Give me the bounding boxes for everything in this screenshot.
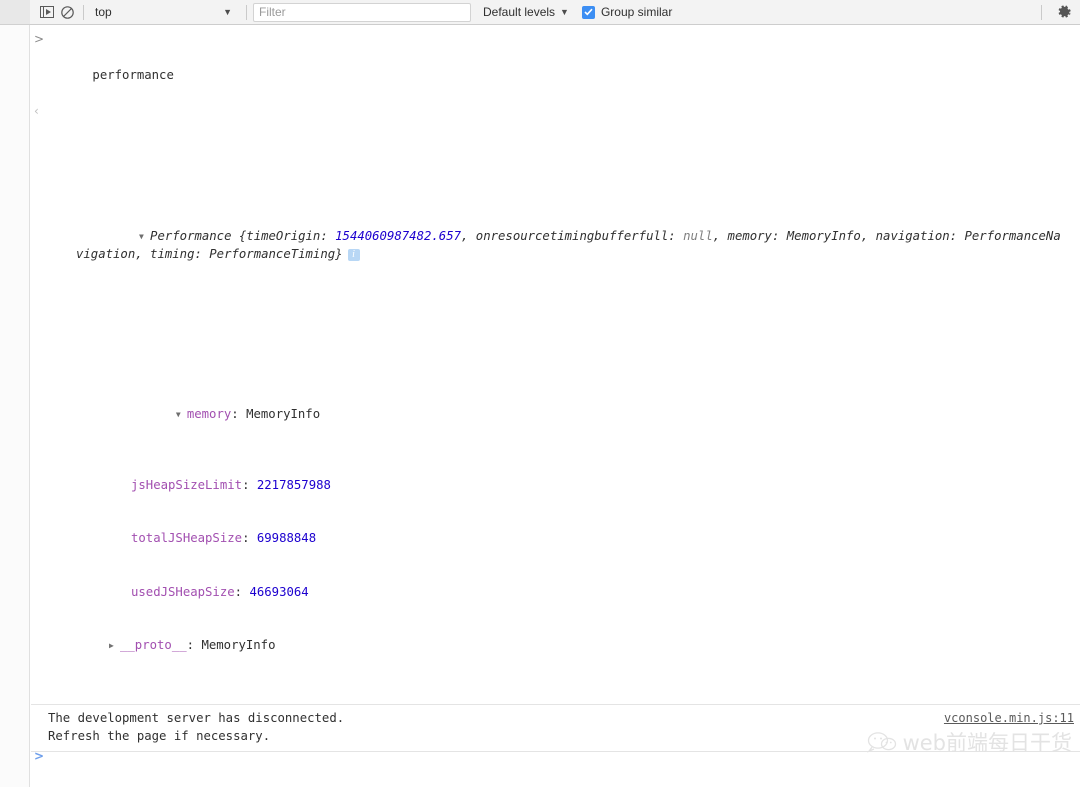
preview-key-onresourcetimingbufferfull: , onresourcetimingbufferfull: (461, 228, 676, 243)
tab-strip-stub (0, 0, 30, 25)
chevron-down-icon: ▼ (223, 7, 232, 17)
log-levels-label: Default levels (483, 5, 556, 19)
prop-key-usedjsheapsize: usedJSHeapSize (131, 584, 235, 599)
group-header-memory[interactable]: ▼ memory: MemoryInfo (87, 388, 1080, 441)
execution-context-label: top (95, 5, 112, 19)
preview-key-navigation: , navigation: (860, 228, 958, 243)
preview-key-timing: timing: (150, 246, 202, 261)
prompt-arrow-icon: > (34, 749, 45, 763)
proto-row-memory[interactable]: ▶ __proto__: MemoryInfo (87, 637, 1080, 655)
console-input-expression: performance (92, 67, 174, 82)
preview-val-navigation: PerformanceNa (964, 228, 1061, 243)
prop-key-totaljsheapsize: totalJSHeapSize (131, 531, 243, 546)
preview-val-onresourcetimingbufferfull: null (683, 228, 713, 243)
preview-key-timeorigin: timeOrigin: (246, 228, 328, 243)
proto-key: __proto__ (120, 638, 187, 653)
chevron-down-icon: ▼ (560, 7, 569, 17)
clear-console-icon[interactable] (57, 2, 77, 22)
colon-separator: : (186, 638, 202, 653)
object-group-navigation[interactable]: ▼navigation: PerformanceNavigation redir… (65, 762, 1080, 787)
toolbar-divider-2 (246, 4, 247, 20)
prop-row[interactable]: usedJSHeapSize: 46693064 (87, 584, 1080, 602)
object-group-memory[interactable]: ▼ memory: MemoryInfo jsHeapSizeLimit: 221… (65, 352, 1080, 690)
message-line-1: The development server has disconnected. (48, 711, 345, 725)
preview-brace-close: } (335, 246, 343, 261)
filter-input[interactable] (253, 2, 471, 22)
input-arrow-icon: > (34, 32, 45, 46)
prop-value-memory: MemoryInfo (246, 406, 321, 421)
preview-val-timeorigin: 1544060987482.657 (335, 228, 461, 243)
disclosure-triangle-open-icon[interactable]: ▼ (139, 228, 150, 246)
left-gutter (0, 25, 30, 787)
prop-row[interactable]: totalJSHeapSize: 69988848 (87, 530, 1080, 548)
disclosure-triangle-open-icon[interactable]: ▼ (176, 406, 187, 424)
log-levels-select[interactable]: Default levels ▼ (483, 5, 569, 19)
output-arrow-icon: ‹ (34, 104, 39, 119)
object-tree-root[interactable]: ▼ Performance {timeOrigin: 1544060987482.… (48, 174, 1080, 787)
preview-wrap-navigation: vigation, (76, 246, 151, 261)
preview-key-memory: , memory: (712, 228, 780, 243)
console-message-row[interactable]: The development server has disconnected.… (31, 704, 1080, 752)
proto-value: MemoryInfo (201, 638, 276, 653)
console-prompt-row[interactable]: > (31, 748, 92, 787)
colon-separator: : (231, 406, 247, 421)
disclosure-triangle-closed-icon[interactable]: ▶ (109, 637, 120, 655)
object-preview-row[interactable]: ▼ Performance {timeOrigin: 1544060987482.… (65, 210, 1080, 281)
devtools-console-window: top ▼ Default levels ▼ Group similar (0, 0, 1080, 787)
object-preview-class: Performance { (150, 228, 247, 243)
source-link[interactable]: vconsole.min.js:11 (944, 710, 1074, 728)
console-toolbar: top ▼ Default levels ▼ Group similar (30, 0, 1080, 25)
execution-context-select[interactable]: top ▼ (90, 3, 240, 22)
prop-key-jsheapsizelimit: jsHeapSizeLimit (131, 477, 243, 492)
prop-value-totaljsheapsize: 69988848 (256, 531, 317, 546)
info-icon[interactable]: i (347, 248, 360, 261)
toolbar-divider-1 (83, 4, 84, 20)
console-output[interactable]: > performance ‹ ▼ Performance {timeOrigin… (31, 26, 1080, 787)
group-similar-checkbox[interactable] (581, 5, 595, 19)
console-input-row[interactable]: > performance (31, 26, 1080, 103)
group-similar-toggle[interactable]: Group similar (581, 5, 673, 19)
colon-separator: : (234, 584, 250, 599)
colon-separator: : (242, 531, 257, 546)
prop-key-memory: memory (186, 406, 232, 421)
prop-value-usedjsheapsize: 46693064 (249, 584, 309, 599)
console-result-row[interactable]: ‹ ▼ Performance {timeOrigin: 154406098748… (31, 103, 1080, 787)
gear-icon[interactable] (1054, 2, 1074, 22)
frame-select-icon[interactable] (37, 2, 57, 22)
preview-val-memory: MemoryInfo (786, 228, 861, 243)
preview-val-timing: PerformanceTiming (209, 246, 336, 261)
prop-row[interactable]: jsHeapSizeLimit: 2217857988 (87, 477, 1080, 495)
message-line-2: Refresh the page if necessary. (48, 728, 271, 743)
toolbar-divider-3 (1041, 4, 1042, 20)
group-similar-label: Group similar (600, 5, 673, 19)
colon-separator: : (242, 477, 257, 492)
prop-value-jsheapsizelimit: 2217857988 (256, 477, 331, 492)
